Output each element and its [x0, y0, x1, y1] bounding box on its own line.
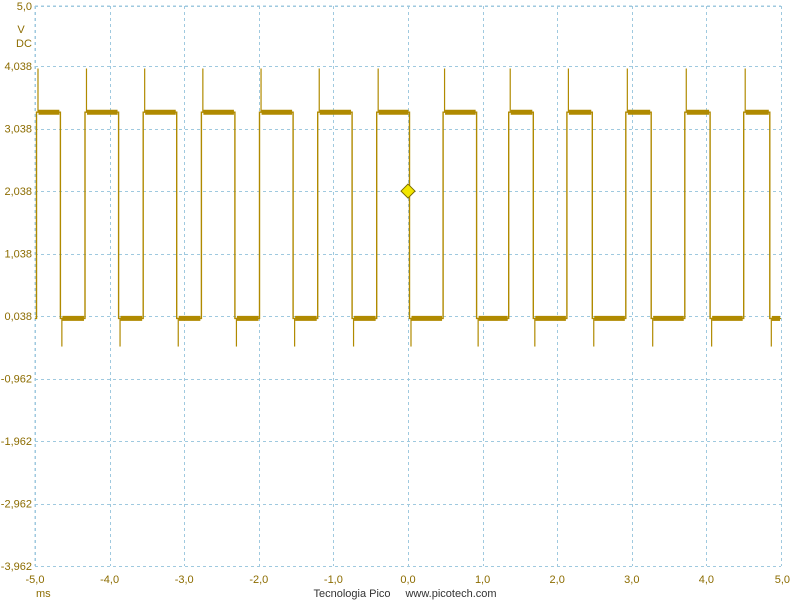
- x-tick-label: 2,0: [550, 574, 565, 586]
- y-tick-label: 3,038: [4, 124, 32, 136]
- x-tick-label: 1,0: [475, 574, 490, 586]
- y-tick-label: 4,038: [4, 61, 32, 73]
- y-tick-label: 1,038: [4, 249, 32, 261]
- x-unit-label: ms: [36, 588, 51, 600]
- x-tick-label: -2,0: [249, 574, 268, 586]
- y-tick-label: -3,962: [1, 561, 32, 573]
- y-tick-label: -0,962: [1, 374, 32, 386]
- y-tick-label: -2,962: [1, 499, 32, 511]
- brand-label: Tecnologia Pico: [313, 588, 390, 600]
- x-tick-label: -3,0: [175, 574, 194, 586]
- x-tick-label: 5,0: [775, 574, 790, 586]
- website-label: www.picotech.com: [404, 588, 496, 600]
- y-tick-label: 5,0: [17, 1, 32, 13]
- x-tick-label: -5,0: [26, 574, 45, 586]
- x-tick-label: -1,0: [324, 574, 343, 586]
- x-tick-label: 3,0: [624, 574, 639, 586]
- y-unit-label: V: [17, 24, 25, 36]
- x-tick-label: -4,0: [100, 574, 119, 586]
- coupling-label: DC: [16, 38, 32, 50]
- x-tick-label: 4,0: [699, 574, 714, 586]
- y-tick-label: -1,962: [1, 436, 32, 448]
- x-tick-label: 0,0: [400, 574, 415, 586]
- oscilloscope-chart: 5,0 4,038 3,038 2,038 1,038 0,038 -0,962 -1,962…: [0, 0, 800, 600]
- y-tick-label: 2,038: [4, 186, 32, 198]
- y-tick-label: 0,038: [4, 311, 32, 323]
